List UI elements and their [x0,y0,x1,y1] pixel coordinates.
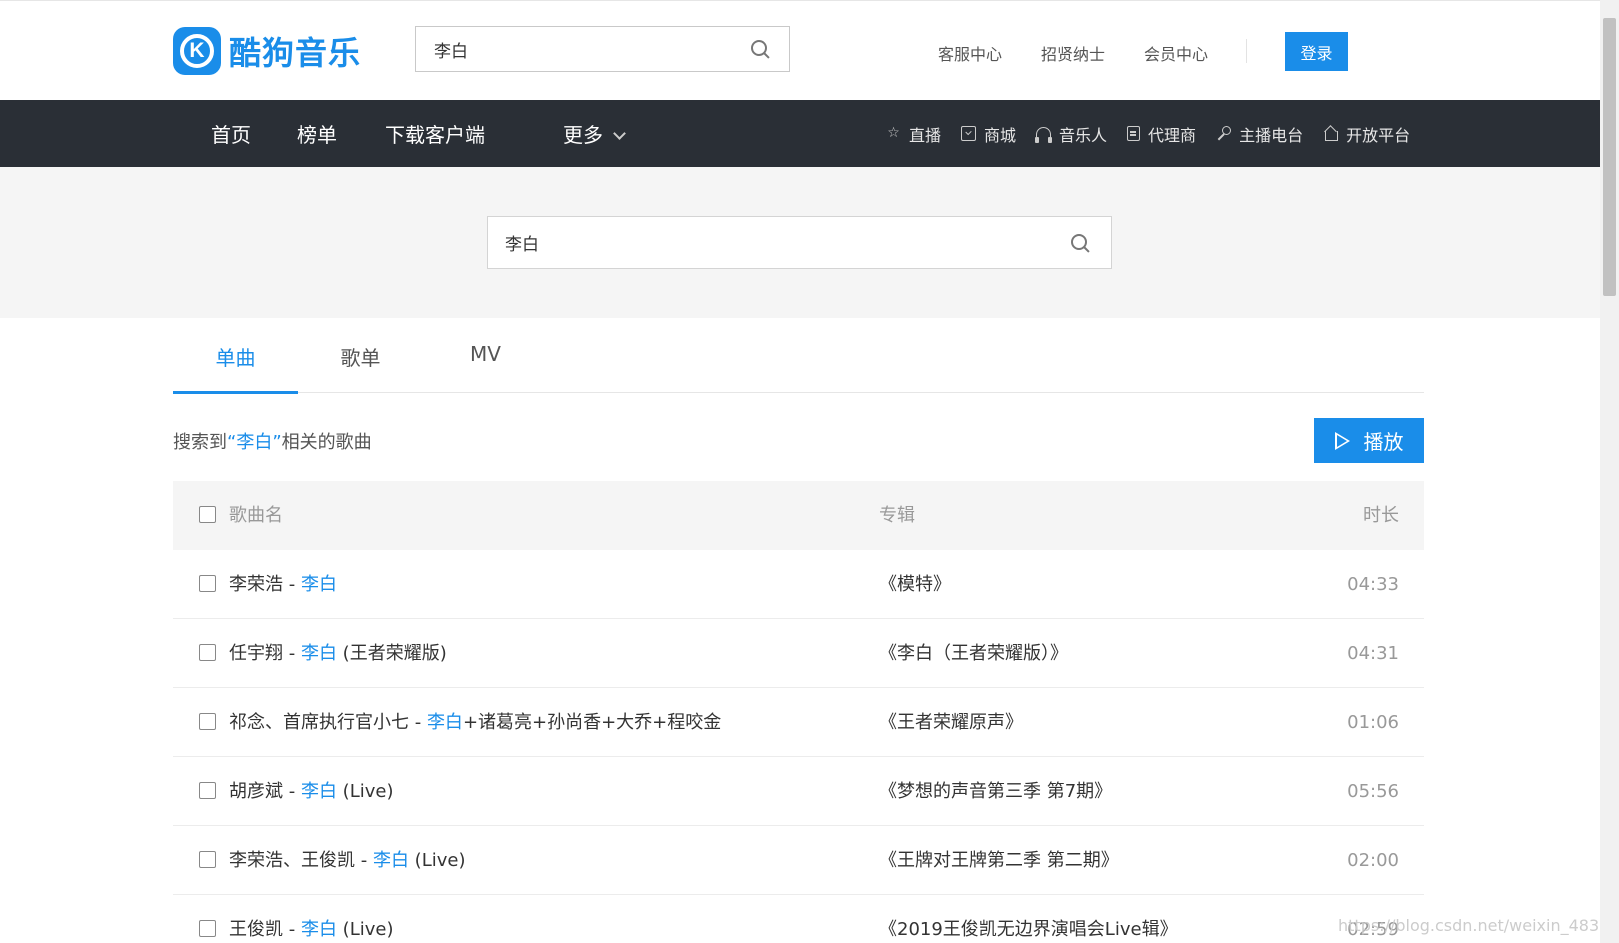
duration: 04:31 [1347,643,1399,664]
song-name[interactable]: 祁念、首席执行官小七 - 李白+诸葛亮+孙尚香+大乔+程咬金 [229,688,721,757]
play-all-button[interactable]: 播放 [1314,418,1424,463]
tab-mv[interactable]: MV [423,342,548,393]
nav-more[interactable]: 更多 [563,119,626,148]
nav-radio[interactable]: 主播电台 [1216,122,1303,146]
table-row[interactable]: 李荣浩、王俊凯 - 李白 (Live) 《王牌对王牌第二季 第二期》 02:00 [173,826,1424,895]
nav-agent[interactable]: 代理商 [1127,122,1196,146]
logo-icon: K [173,27,221,75]
logo-text: 酷狗音乐 [229,34,362,72]
table-row[interactable]: 祁念、首席执行官小七 - 李白+诸葛亮+孙尚香+大乔+程咬金 《王者荣耀原声》 … [173,688,1424,757]
main-nav: 首页 榜单 下载客户端 更多 ☆ 直播 商城 音乐人 代理商 主播电台 开放平台 [0,100,1600,167]
duration: 02:00 [1347,850,1399,871]
nav-open-platform[interactable]: 开放平台 [1323,122,1410,146]
scrollbar-thumb[interactable] [1603,18,1616,296]
nav-home[interactable]: 首页 [211,119,251,148]
row-checkbox[interactable] [199,782,216,799]
page-scrollbar[interactable] [1600,0,1619,943]
star-icon: ☆ [887,125,900,141]
table-row[interactable]: 王俊凯 - 李白 (Live) 《2019王俊凯无边界演唱会Live辑》 02:… [173,895,1424,943]
tab-songs[interactable]: 单曲 [173,342,298,394]
top-search-box [415,26,790,72]
nav-more-label: 更多 [563,123,603,147]
table-row[interactable]: 任宇翔 - 李白 (王者荣耀版) 《李白（王者荣耀版）》 04:31 [173,619,1424,688]
row-checkbox[interactable] [199,851,216,868]
play-icon [1334,431,1350,450]
album-name[interactable]: 《2019王俊凯无边界演唱会Live辑》 [879,895,1178,943]
album-name[interactable]: 《梦想的声音第三季 第7期》 [879,757,1112,826]
search-band [0,167,1600,318]
nav-live[interactable]: ☆ 直播 [886,122,941,146]
microphone-icon [1216,126,1232,141]
top-search-input[interactable] [416,27,736,71]
search-icon[interactable] [1071,234,1089,252]
header-song-name: 歌曲名 [229,505,283,526]
home-icon [1323,126,1339,141]
row-checkbox[interactable] [199,920,216,937]
top-header: K 酷狗音乐 客服中心 招贤纳士 会员中心 登录 [0,1,1600,100]
table-row[interactable]: 胡彦斌 - 李白 (Live) 《梦想的声音第三季 第7期》 05:56 [173,757,1424,826]
watermark: https://blog.csdn.net/weixin_48364360 [1338,916,1600,935]
vip-center-link[interactable]: 会员中心 [1144,41,1208,65]
nav-sub: ☆ 直播 商城 音乐人 代理商 主播电台 开放平台 [886,100,1410,167]
header-duration: 时长 [1363,505,1399,526]
careers-link[interactable]: 招贤纳士 [1041,41,1105,65]
song-name[interactable]: 胡彦斌 - 李白 (Live) [229,757,393,826]
duration: 01:06 [1347,712,1399,733]
album-name[interactable]: 《李白（王者荣耀版）》 [879,619,1068,688]
login-button[interactable]: 登录 [1285,32,1348,71]
row-checkbox[interactable] [199,644,216,661]
nav-mall[interactable]: 商城 [961,122,1016,146]
duration: 05:56 [1347,781,1399,802]
song-name[interactable]: 李荣浩、王俊凯 - 李白 (Live) [229,826,465,895]
album-name[interactable]: 《模特》 [879,550,951,619]
main-search-box [487,216,1112,269]
table-header: 歌曲名 专辑 时长 [173,481,1424,550]
top-links: 客服中心 招贤纳士 会员中心 [938,41,1247,65]
nav-charts[interactable]: 榜单 [297,119,337,148]
search-icon[interactable] [751,40,769,58]
song-name[interactable]: 李荣浩 - 李白 [229,550,337,619]
result-tabs: 单曲 歌单 MV [173,318,1424,394]
song-name[interactable]: 王俊凯 - 李白 (Live) [229,895,393,943]
headphones-icon [1035,126,1053,143]
shopping-bag-icon [961,126,977,141]
song-table: 歌曲名 专辑 时长 李荣浩 - 李白 《模特》 04:33 任宇翔 - 李白 (… [173,481,1424,943]
customer-service-link[interactable]: 客服中心 [938,41,1002,65]
chevron-down-icon [613,127,626,140]
main-search-input[interactable] [488,217,1048,268]
tab-playlists[interactable]: 歌单 [298,342,423,393]
row-checkbox[interactable] [199,575,216,592]
duration: 04:33 [1347,574,1399,595]
document-icon [1127,126,1141,141]
result-keyword: “李白” [227,432,282,453]
page: K 酷狗音乐 客服中心 招贤纳士 会员中心 登录 首页 榜单 下载客户端 更多 … [0,0,1600,943]
kugou-logo[interactable]: K 酷狗音乐 [173,27,361,75]
divider [1246,39,1247,63]
header-album: 专辑 [879,505,915,526]
nav-main: 首页 榜单 下载客户端 更多 [211,100,626,167]
table-row[interactable]: 李荣浩 - 李白 《模特》 04:33 [173,550,1424,619]
select-all-checkbox[interactable] [199,506,216,523]
result-summary: 搜索到“李白”相关的歌曲 [173,432,372,453]
nav-musician[interactable]: 音乐人 [1035,122,1107,146]
nav-download[interactable]: 下载客户端 [385,119,485,148]
song-name[interactable]: 任宇翔 - 李白 (王者荣耀版) [229,619,447,688]
album-name[interactable]: 《王牌对王牌第二季 第二期》 [879,826,1119,895]
row-checkbox[interactable] [199,713,216,730]
album-name[interactable]: 《王者荣耀原声》 [879,688,1023,757]
